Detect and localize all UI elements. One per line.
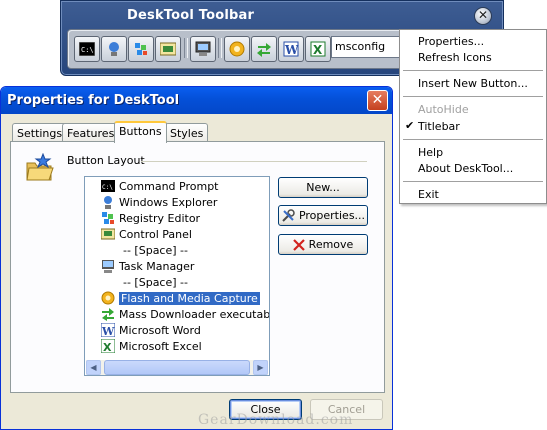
list-item[interactable]: Mass Downloader executable [101, 306, 269, 322]
toolbar-separator [218, 38, 222, 58]
registry-editor-button[interactable] [128, 36, 154, 62]
toolbar-title: DeskTool Toolbar [127, 8, 255, 23]
svg-text:X: X [103, 341, 112, 353]
tools-icon [282, 208, 295, 222]
svg-text:X: X [313, 43, 323, 57]
microsoft-word-button[interactable]: W [278, 36, 304, 62]
scrollbar-thumb[interactable] [104, 360, 250, 375]
menu-item-titlebar[interactable]: Titlebar [418, 120, 460, 133]
menu-item-properties[interactable]: Properties... [418, 35, 484, 48]
windows-explorer-icon [109, 42, 119, 56]
svg-text:W: W [284, 43, 299, 57]
context-menu: Properties... Refresh Icons Insert New B… [399, 29, 547, 204]
horizontal-scrollbar[interactable]: ◀ ▶ [86, 360, 268, 375]
registry-editor-icon [135, 43, 147, 55]
microsoft-excel-icon: X [310, 41, 326, 57]
control-panel-icon [160, 42, 176, 56]
svg-text:C:\: C:\ [102, 184, 113, 191]
list-item[interactable]: C:\ Command Prompt [101, 178, 219, 194]
scroll-right-arrow-icon[interactable]: ▶ [253, 360, 268, 375]
task-manager-icon [102, 260, 114, 273]
mass-downloader-icon [257, 43, 271, 57]
mass-downloader-button[interactable] [251, 36, 277, 62]
windows-explorer-icon [104, 196, 112, 209]
menu-item-help[interactable]: Help [418, 146, 443, 159]
remove-button[interactable]: Remove [278, 234, 368, 255]
list-item-space[interactable]: -- [Space] -- [101, 242, 188, 258]
dialog-title: Properties for DeskTool [7, 93, 180, 108]
toolbar-close-button[interactable]: ✕ [474, 7, 492, 25]
menu-separator [403, 70, 543, 71]
menu-separator [403, 139, 543, 140]
tab-features[interactable]: Features [62, 123, 120, 141]
list-item[interactable]: Registry Editor [101, 210, 200, 226]
dialog-close-button[interactable]: ✕ [367, 90, 388, 111]
flash-media-capture-icon [101, 291, 115, 305]
task-manager-icon [195, 41, 211, 56]
dialog-titlebar[interactable]: Properties for DeskTool ✕ [1, 87, 392, 114]
menu-item-exit[interactable]: Exit [418, 188, 439, 201]
scroll-left-arrow-icon[interactable]: ◀ [86, 360, 101, 375]
tab-styles[interactable]: Styles [165, 123, 209, 141]
list-item[interactable]: W Microsoft Word [101, 322, 201, 338]
menu-item-insert-new-button[interactable]: Insert New Button... [418, 77, 528, 90]
properties-button[interactable]: Properties... [278, 205, 368, 226]
mass-downloader-icon [102, 308, 114, 321]
list-item-selected[interactable]: Flash and Media Capture [101, 290, 261, 306]
svg-text:C:\: C:\ [81, 46, 94, 54]
control-panel-icon [101, 228, 115, 240]
list-item-space[interactable]: -- [Space] -- [101, 274, 188, 290]
registry-editor-icon [102, 212, 114, 224]
microsoft-excel-icon: X [101, 339, 115, 353]
menu-item-about[interactable]: About DeskTool... [418, 162, 513, 175]
microsoft-excel-button[interactable]: X [305, 36, 331, 62]
flash-media-capture-icon [229, 41, 245, 57]
windows-explorer-button[interactable] [101, 36, 127, 62]
task-manager-button[interactable] [190, 36, 216, 62]
list-item[interactable]: Task Manager [101, 258, 194, 274]
menu-item-refresh-icons[interactable]: Refresh Icons [418, 51, 492, 64]
flash-media-capture-button[interactable] [224, 36, 250, 62]
toolbar-separator [184, 38, 188, 58]
microsoft-word-icon: W [101, 323, 115, 337]
tab-settings[interactable]: Settings [12, 123, 68, 141]
menu-separator [403, 96, 543, 97]
menu-item-autohide: AutoHide [418, 103, 469, 116]
list-item[interactable]: X Microsoft Excel [101, 338, 202, 354]
command-prompt-button[interactable]: C:\ [74, 36, 100, 62]
new-button[interactable]: New... [278, 177, 368, 198]
svg-text:W: W [101, 325, 115, 337]
microsoft-word-icon: W [283, 41, 299, 57]
control-panel-button[interactable] [155, 36, 181, 62]
group-divider [141, 161, 367, 162]
command-prompt-icon: C:\ [101, 180, 115, 192]
watermark: GearDownload.com [198, 412, 354, 428]
command-prompt-icon: C:\ [79, 42, 95, 56]
list-item[interactable]: Control Panel [101, 226, 192, 242]
properties-dialog: Properties for DeskTool ✕ Settings Featu… [0, 86, 393, 430]
checkmark-icon: ✔ [405, 119, 415, 132]
folder-star-icon [26, 153, 54, 181]
run-command-input[interactable]: msconfig [331, 36, 403, 58]
button-layout-label: Button Layout [67, 154, 148, 167]
button-layout-list[interactable]: C:\ Command Prompt Windows Explorer Regi… [84, 176, 270, 376]
list-item[interactable]: Windows Explorer [101, 194, 217, 210]
remove-x-icon [292, 238, 305, 251]
menu-separator [403, 181, 543, 182]
tab-buttons[interactable]: Buttons [114, 121, 167, 143]
